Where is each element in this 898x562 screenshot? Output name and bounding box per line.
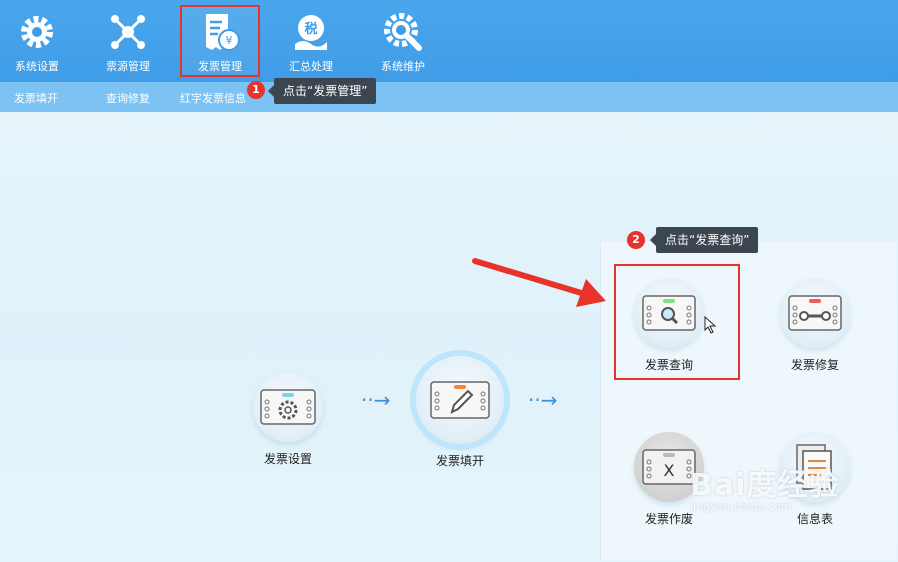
watermark-logo: Bai度经验 — [690, 468, 840, 503]
step-badge-1: 1 — [247, 81, 265, 99]
highlight-box — [614, 264, 740, 380]
svg-text:¥: ¥ — [226, 34, 233, 47]
flow-label: 发票设置 — [263, 452, 312, 466]
invoice-edit-icon — [430, 381, 490, 419]
invoice-gear-icon — [260, 389, 316, 425]
network-icon — [111, 15, 145, 49]
tooltip-step-1: 点击“发票管理” — [267, 78, 377, 104]
invoice-icon: ¥ — [206, 14, 240, 51]
subnav-invoice-issue[interactable]: 发票填开 — [14, 90, 58, 106]
invoice-setup-button[interactable] — [253, 372, 323, 442]
tax-summary-icon: 税 — [295, 15, 327, 50]
gear-icon — [21, 16, 53, 48]
toolbar-maintenance[interactable]: 系统维护 — [368, 6, 438, 76]
subnav-red-invoice-info[interactable]: 红字发票信息 — [180, 90, 246, 106]
svg-text:X: X — [664, 461, 675, 480]
toolbar-label: 发票管理 — [198, 60, 242, 73]
flow-invoice-setup[interactable]: 发票设置 — [243, 372, 333, 467]
maintenance-icon — [384, 13, 422, 51]
toolbar-invoice-management[interactable]: ¥ 发票管理 — [180, 5, 260, 77]
main-toolbar: 系统设置 票源管理 ¥ 发票管理 税 汇总处理 系统维护 — [0, 0, 898, 82]
annotation-arrow — [472, 258, 606, 307]
toolbar-summary[interactable]: 税 汇总处理 — [276, 6, 346, 76]
invoice-repair-button[interactable] — [780, 278, 850, 348]
baidu-watermark: Bai度经验 jingyan.baidu.com — [690, 460, 839, 513]
panel-invoice-repair[interactable]: 发票修复 — [770, 278, 860, 373]
flow-arrow-icon: ··→ — [361, 388, 391, 412]
invoice-issue-button[interactable] — [416, 356, 504, 444]
panel-label: 发票修复 — [790, 358, 839, 372]
subnav-query-repair[interactable]: 查询修复 — [106, 90, 150, 106]
sub-navigation: 发票填开 查询修复 红字发票信息 — [0, 82, 898, 112]
toolbar-ticket-source[interactable]: 票源管理 — [93, 6, 163, 76]
flow-arrow-icon: ··→ — [528, 388, 558, 412]
tooltip-step-2: 点击“发票查询” — [649, 227, 759, 253]
toolbar-label: 系统设置 — [15, 60, 59, 73]
toolbar-system-settings[interactable]: 系统设置 — [2, 6, 72, 76]
svg-text:税: 税 — [304, 21, 317, 37]
toolbar-label: 票源管理 — [106, 60, 150, 73]
invoice-cancel-icon: X — [642, 449, 696, 485]
invoice-wrench-icon — [788, 295, 842, 331]
flow-label: 发票填开 — [435, 454, 484, 468]
toolbar-label: 系统维护 — [381, 60, 425, 73]
step-badge-2: 2 — [627, 231, 645, 249]
flow-invoice-issue[interactable]: 发票填开 — [415, 356, 505, 469]
toolbar-label: 汇总处理 — [289, 60, 333, 73]
